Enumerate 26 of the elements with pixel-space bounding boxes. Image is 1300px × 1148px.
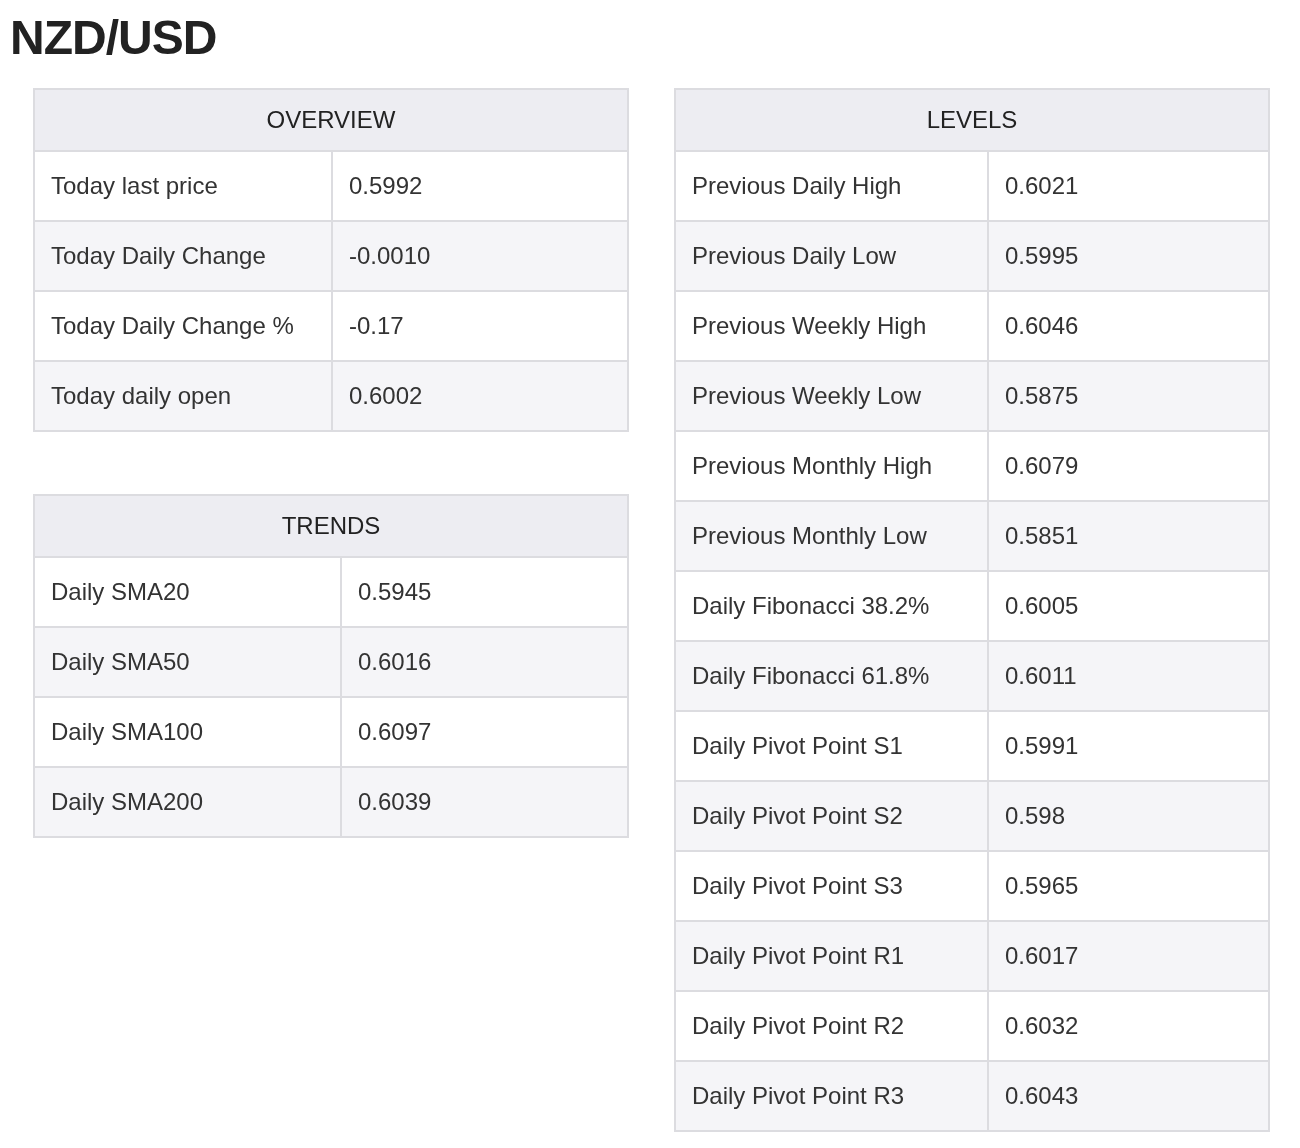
label-cell: Daily Pivot Point R3 xyxy=(675,1061,988,1131)
page-title: NZD/USD xyxy=(10,10,218,66)
value-cell: -0.0010 xyxy=(332,221,628,291)
value-cell: 0.6011 xyxy=(988,641,1269,711)
label-cell: Previous Monthly Low xyxy=(675,501,988,571)
value-cell: 0.6043 xyxy=(988,1061,1269,1131)
value-cell: 0.5995 xyxy=(988,221,1269,291)
value-cell: 0.6017 xyxy=(988,921,1269,991)
value-cell: 0.5875 xyxy=(988,361,1269,431)
label-cell: Today Daily Change xyxy=(34,221,332,291)
label-cell: Today daily open xyxy=(34,361,332,431)
label-cell: Previous Daily Low xyxy=(675,221,988,291)
label-cell: Daily Pivot Point S2 xyxy=(675,781,988,851)
table-header: TRENDS xyxy=(34,495,628,557)
label-cell: Daily Pivot Point R1 xyxy=(675,921,988,991)
value-cell: 0.6002 xyxy=(332,361,628,431)
label-cell: Daily SMA200 xyxy=(34,767,341,837)
value-cell: 0.6016 xyxy=(341,627,628,697)
label-cell: Previous Weekly Low xyxy=(675,361,988,431)
table-header: LEVELS xyxy=(675,89,1269,151)
table-header: OVERVIEW xyxy=(34,89,628,151)
value-cell: 0.598 xyxy=(988,781,1269,851)
value-cell: 0.5851 xyxy=(988,501,1269,571)
value-cell: 0.6039 xyxy=(341,767,628,837)
label-cell: Daily SMA50 xyxy=(34,627,341,697)
label-cell: Daily Fibonacci 61.8% xyxy=(675,641,988,711)
